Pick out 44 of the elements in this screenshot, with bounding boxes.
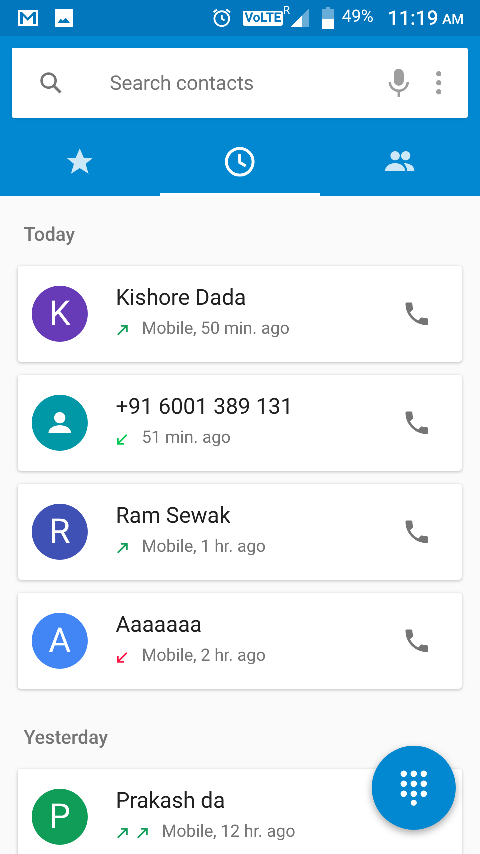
contact-avatar: P xyxy=(32,789,88,845)
image-icon xyxy=(54,8,74,28)
contact-avatar: A xyxy=(32,613,88,669)
contact-name: Kishore Dada xyxy=(116,285,248,314)
call-log-card[interactable]: K Kishore Dada Mobile, 50 min. ago xyxy=(18,266,462,362)
call-detail: Mobile, 1 hr. ago xyxy=(142,536,266,560)
clock-icon xyxy=(224,146,256,178)
clock-time: 11:19 xyxy=(388,5,438,32)
call-detail: Mobile, 50 min. ago xyxy=(142,318,290,342)
call-arrow-icon xyxy=(116,323,130,337)
call-arrow-icon xyxy=(116,650,130,664)
contact-name: Prakash da xyxy=(116,788,226,816)
battery-percent: 49% xyxy=(342,6,374,30)
call-detail: Mobile, 2 hr. ago xyxy=(142,645,266,668)
dialpad-icon xyxy=(400,770,428,806)
contact-avatar: K xyxy=(32,286,88,342)
signal-icon xyxy=(290,8,310,28)
contact-name: Ram Sewak xyxy=(116,503,232,532)
contact-name: Aaaaaaa xyxy=(116,612,204,640)
microphone-icon[interactable] xyxy=(388,68,410,98)
call-detail: Mobile, 12 hr. ago xyxy=(162,821,296,844)
am-pm: AM xyxy=(442,10,464,30)
call-arrow-icon xyxy=(116,432,130,446)
roaming-indicator: R xyxy=(283,5,290,16)
section-header: Yesterday xyxy=(24,725,108,751)
contact-avatar: R xyxy=(32,504,88,560)
search-placeholder: Search contacts xyxy=(110,70,256,97)
call-arrow-icon xyxy=(116,826,130,840)
more-options-icon[interactable] xyxy=(436,71,442,95)
call-arrow-icon xyxy=(116,541,130,555)
contact-name: +91 6001 389 131 xyxy=(116,394,294,422)
call-log-card[interactable]: +91 6001 389 131 51 min. ago xyxy=(18,375,462,471)
search-icon xyxy=(38,70,64,96)
call-log-card[interactable]: A Aaaaaaa Mobile, 2 hr. ago xyxy=(18,593,462,689)
alarm-icon xyxy=(210,7,233,29)
volte-badge: VoLTE xyxy=(242,10,284,26)
battery-icon xyxy=(322,7,334,29)
mail-icon xyxy=(16,9,40,27)
section-header: Today xyxy=(24,222,76,248)
call-log-card[interactable]: R Ram Sewak Mobile, 1 hr. ago xyxy=(18,484,462,580)
call-log-card[interactable]: P Prakash da Mobile, 12 hr. ago xyxy=(18,769,372,854)
call-detail: 51 min. ago xyxy=(142,427,231,450)
search-bar[interactable]: Search contacts xyxy=(12,48,468,118)
call-arrow-icon xyxy=(136,826,150,840)
